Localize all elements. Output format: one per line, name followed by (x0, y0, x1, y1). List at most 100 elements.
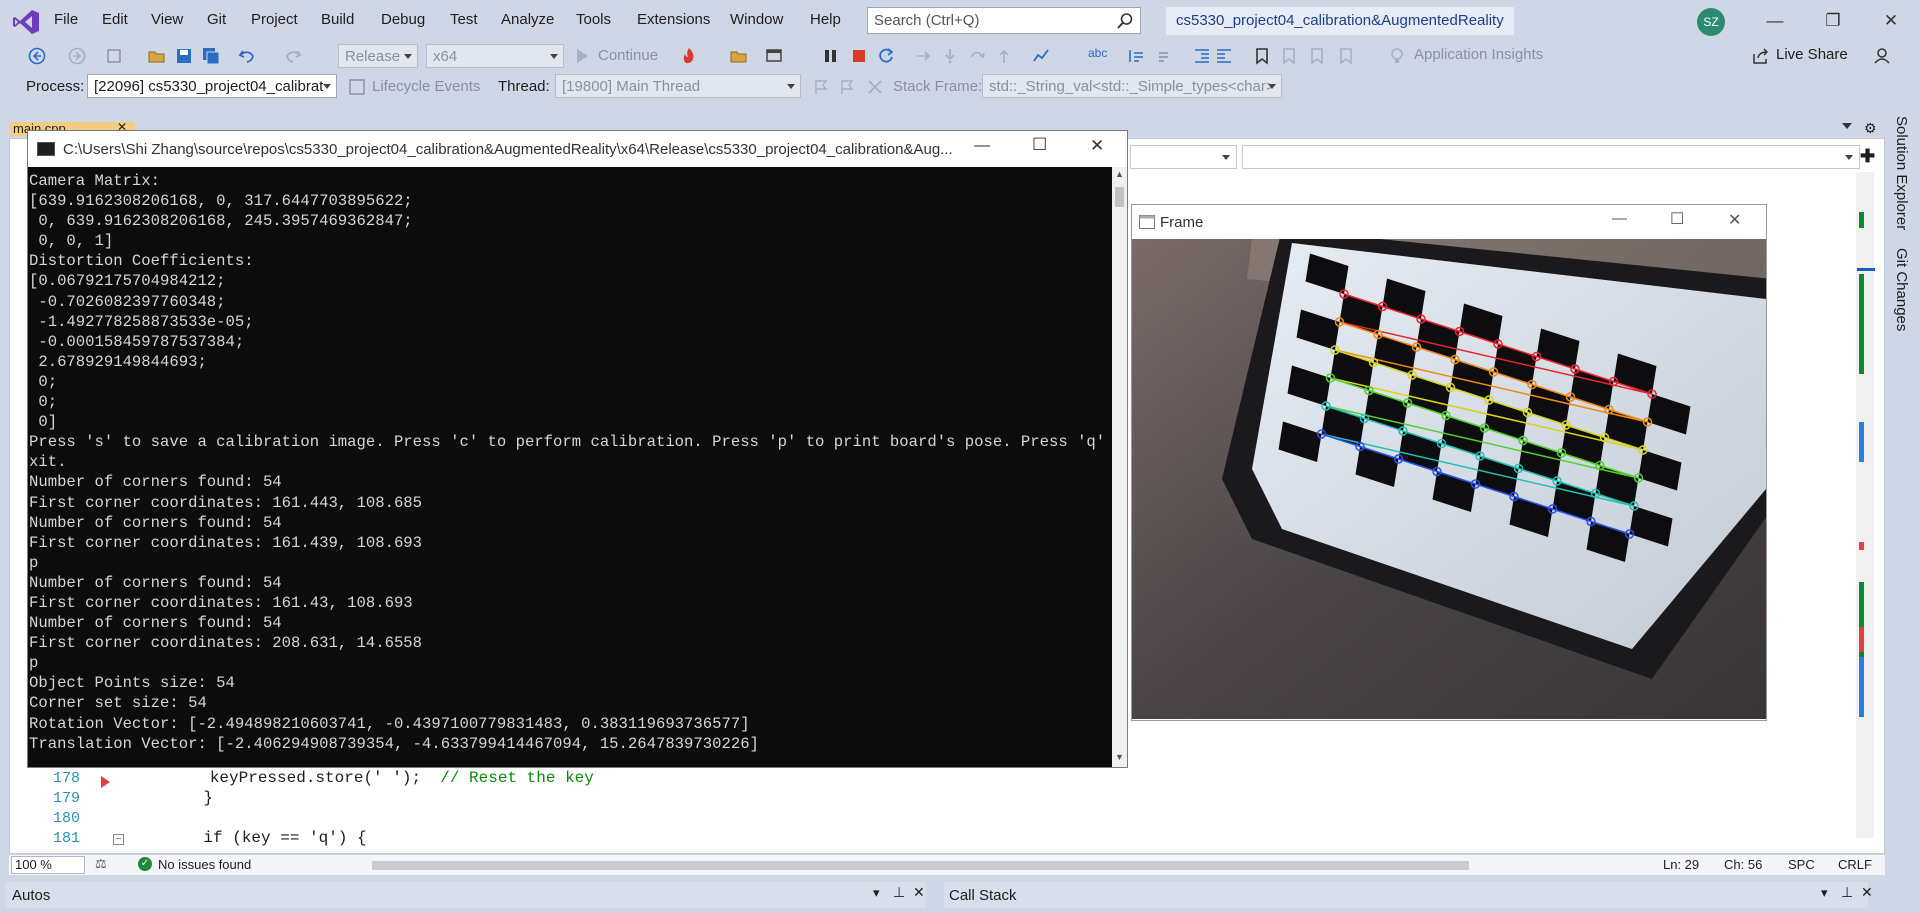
console-maximize-icon[interactable]: ☐ (1032, 135, 1047, 155)
scroll-up-icon[interactable]: ▲ (1115, 169, 1124, 179)
console-scrollbar[interactable]: ▲ ▼ (1112, 167, 1127, 767)
lifecycle-events-icon[interactable] (348, 78, 366, 96)
live-share-button[interactable]: Live Share (1776, 46, 1848, 63)
menu-debug[interactable]: Debug (381, 11, 425, 28)
feedback-person-icon[interactable] (1873, 47, 1891, 65)
menu-extensions[interactable]: Extensions (637, 11, 710, 28)
minimize-icon[interactable]: — (1764, 10, 1786, 32)
zoom-select[interactable]: 100 % (11, 856, 85, 874)
split-editor-icon[interactable]: ✚ (1860, 146, 1875, 167)
console-output[interactable]: Camera Matrix: [639.9162308206168, 0, 317… (28, 167, 1112, 767)
breakpoint-arrow-icon[interactable] (101, 776, 110, 788)
autos-panel-tab[interactable]: Autos (12, 887, 50, 904)
autos-dropdown-icon[interactable]: ▾ (873, 885, 880, 901)
redo-icon[interactable] (284, 47, 302, 65)
step-over-icon[interactable] (968, 47, 986, 65)
menu-edit[interactable]: Edit (102, 11, 128, 28)
console-close-icon[interactable]: ✕ (1090, 136, 1104, 156)
solution-configuration-select[interactable]: Release (338, 44, 418, 68)
new-project-icon[interactable] (106, 47, 124, 65)
tab-list-dropdown-icon[interactable] (1842, 123, 1852, 129)
toggle-comment-icon[interactable] (1127, 47, 1145, 65)
whitespace-indicator[interactable]: SPC (1788, 857, 1815, 872)
thread-select[interactable]: [19800] Main Thread (555, 74, 801, 98)
increase-indent-icon[interactable] (1193, 47, 1211, 65)
autos-pin-icon[interactable]: ⊥ (893, 884, 905, 901)
call-stack-panel-tab[interactable]: Call Stack (949, 887, 1017, 904)
menu-file[interactable]: File (54, 11, 78, 28)
code-cleanup-icon[interactable]: ⚖ (95, 856, 107, 872)
continue-play-icon[interactable] (573, 47, 591, 65)
process-select[interactable]: [22096] cs5330_project04_calibrat (87, 74, 337, 98)
autos-close-icon[interactable]: ✕ (913, 884, 925, 901)
menu-tools[interactable]: Tools (576, 11, 611, 28)
console-window[interactable]: C:\Users\Shi Zhang\source\repos\cs5330_p… (27, 130, 1128, 768)
application-insights-bulb-icon[interactable] (1388, 47, 1406, 65)
call-stack-dropdown-icon[interactable]: ▾ (1821, 885, 1828, 901)
stop-debugging-icon[interactable] (850, 47, 868, 65)
frame-close-icon[interactable]: ✕ (1728, 210, 1741, 230)
previous-bookmark-icon[interactable] (1280, 47, 1298, 65)
console-minimize-icon[interactable]: — (974, 137, 990, 155)
close-icon[interactable]: ✕ (1880, 10, 1902, 32)
uncomment-icon[interactable] (1152, 47, 1170, 65)
search-input[interactable]: Search (Ctrl+Q) (867, 7, 1141, 34)
next-bookmark-icon[interactable] (1308, 47, 1326, 65)
line-ending-indicator[interactable]: CRLF (1838, 857, 1872, 872)
live-share-icon[interactable] (1752, 47, 1770, 65)
solution-platform-select[interactable]: x64 (426, 44, 564, 68)
step-into-icon[interactable] (941, 47, 959, 65)
menu-window[interactable]: Window (730, 11, 783, 28)
clear-bookmarks-icon[interactable] (1337, 47, 1355, 65)
console-scroll-thumb[interactable] (1115, 187, 1124, 207)
step-out-icon[interactable] (995, 47, 1013, 65)
show-next-statement-icon[interactable] (915, 47, 933, 65)
frame-title-bar[interactable]: Frame — ☐ ✕ (1132, 205, 1766, 238)
hot-reload-flame-icon[interactable] (680, 47, 698, 65)
issues-status[interactable]: No issues found (158, 857, 251, 872)
open-folder-icon-2[interactable] (730, 47, 748, 65)
thread-tools-icon[interactable] (866, 78, 884, 96)
lifecycle-events-button[interactable]: Lifecycle Events (372, 78, 480, 95)
open-folder-icon[interactable] (148, 47, 166, 65)
restore-icon[interactable]: ❐ (1822, 10, 1844, 32)
frame-maximize-icon[interactable]: ☐ (1670, 209, 1684, 229)
stack-frame-select[interactable]: std::_String_val<std::_Simple_types<char… (982, 74, 1282, 98)
call-stack-pin-icon[interactable]: ⊥ (1841, 884, 1853, 901)
collapse-region-icon[interactable]: − (113, 834, 124, 845)
menu-view[interactable]: View (151, 11, 183, 28)
back-arrow-icon[interactable] (28, 47, 46, 65)
editor-scope-select[interactable] (1130, 145, 1237, 169)
continue-button[interactable]: Continue (598, 47, 658, 64)
git-changes-tab[interactable]: Git Changes (1893, 248, 1910, 331)
solution-explorer-tab[interactable]: Solution Explorer (1893, 116, 1910, 230)
horizontal-scrollbar-thumb[interactable] (372, 861, 1469, 870)
diagnostics-icon[interactable] (1032, 47, 1050, 65)
menu-build[interactable]: Build (321, 11, 354, 28)
editor-member-select[interactable] (1242, 145, 1860, 169)
call-stack-close-icon[interactable]: ✕ (1861, 884, 1873, 901)
flag-thread-icon[interactable] (812, 78, 830, 96)
visual-studio-logo-icon[interactable] (12, 8, 40, 36)
show-flagged-threads-icon[interactable] (838, 78, 856, 96)
break-all-pause-icon[interactable] (822, 47, 840, 65)
application-insights-button[interactable]: Application Insights (1414, 46, 1543, 63)
bookmark-icon[interactable] (1253, 47, 1271, 65)
save-all-icon[interactable] (202, 47, 220, 65)
avatar[interactable]: SZ (1697, 8, 1725, 36)
frame-minimize-icon[interactable]: — (1612, 210, 1627, 227)
console-title-bar[interactable]: C:\Users\Shi Zhang\source\repos\cs5330_p… (28, 131, 1127, 167)
undo-icon[interactable] (238, 47, 256, 65)
menu-help[interactable]: Help (810, 11, 841, 28)
spell-check-icon[interactable]: abc (1088, 46, 1107, 60)
scroll-down-icon[interactable]: ▼ (1115, 752, 1124, 762)
menu-project[interactable]: Project (251, 11, 298, 28)
forward-arrow-icon[interactable] (68, 47, 86, 65)
decrease-indent-icon[interactable] (1215, 47, 1233, 65)
process-window-icon[interactable] (765, 47, 783, 65)
restart-icon[interactable] (877, 47, 895, 65)
frame-window[interactable]: Frame — ☐ ✕ (1131, 204, 1767, 721)
menu-git[interactable]: Git (207, 11, 226, 28)
save-icon[interactable] (175, 47, 193, 65)
editor-vertical-scrollbar[interactable] (1856, 172, 1875, 838)
